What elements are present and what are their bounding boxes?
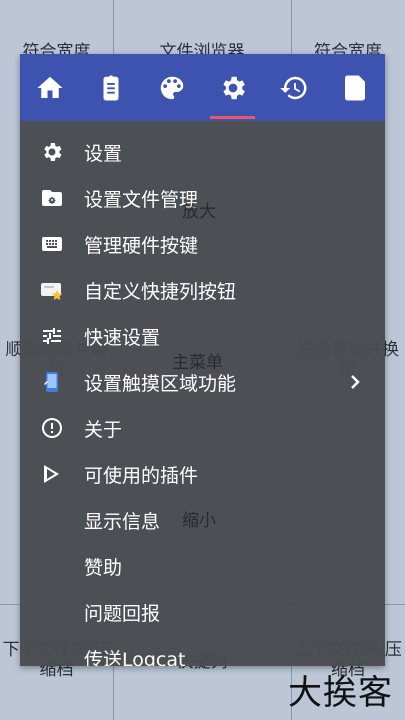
menu-item-quick-settings[interactable]: 快速设置 [20,313,385,359]
tab-history[interactable] [263,54,324,121]
palette-icon [160,76,184,99]
menu-item-settings[interactable]: 设置 [20,129,385,175]
sliders-icon [20,324,84,348]
clipboard-icon [103,74,119,100]
gear-icon [223,76,245,99]
menu-item-label: 关于 [84,418,123,441]
menu-list: 设置 设置文件管理 管理硬件按键 自定义快捷列按钮 快速设置 设置触摸区域功能 … [20,121,385,666]
menu-item-label: 可使用的插件 [84,464,199,487]
menu-item-touch-zones[interactable]: 设置触摸区域功能 [20,359,385,405]
menu-item-label: 设置文件管理 [84,188,199,211]
menu-item-send-logcat[interactable]: 传送Logcat [20,635,385,667]
menu-item-about[interactable]: 关于 [20,405,385,451]
menu-item-report-issue[interactable]: 问题回报 [20,589,385,635]
folder-gear-icon [20,186,84,210]
menu-item-donate[interactable]: 赞助 [20,543,385,589]
star-card-icon [20,278,84,302]
menu-item-plugins[interactable]: 可使用的插件 [20,451,385,497]
menu-item-label: 设置触摸区域功能 [84,372,237,395]
menu-toolbar [20,54,385,121]
history-icon [279,76,307,99]
menu-item-label: 快速设置 [84,326,161,349]
menu-item-label: 问题回报 [84,602,161,625]
main-menu-panel: 设置 设置文件管理 管理硬件按键 自定义快捷列按钮 快速设置 设置触摸区域功能 … [20,54,385,666]
menu-item-label: 赞助 [84,556,123,579]
tab-home[interactable] [20,54,81,121]
menu-item-label: 设置 [84,142,123,165]
home-icon [37,76,63,98]
menu-item-label: 显示信息 [84,510,161,533]
tab-settings[interactable] [202,54,263,121]
menu-item-label: 管理硬件按键 [84,234,199,257]
keyboard-icon [20,232,84,256]
menu-item-show-info[interactable]: 显示信息 [20,497,385,543]
tab-theme[interactable] [142,54,203,121]
phone-touch-icon [20,370,84,394]
menu-item-hardware-keys[interactable]: 管理硬件按键 [20,221,385,267]
menu-item-label: 自定义快捷列按钮 [84,280,237,303]
tab-bookmarks[interactable] [324,54,385,121]
gear-icon [20,140,84,164]
bookmark-file-icon [344,75,365,100]
watermark: 大挨客 [288,673,393,713]
play-plugin-icon [20,462,84,486]
menu-item-label: 传送Logcat [84,648,186,667]
menu-item-custom-shortcut-buttons[interactable]: 自定义快捷列按钮 [20,267,385,313]
info-icon [20,416,84,440]
chevron-right-icon [347,374,363,390]
menu-item-file-management[interactable]: 设置文件管理 [20,175,385,221]
tab-clipboard[interactable] [81,54,142,121]
